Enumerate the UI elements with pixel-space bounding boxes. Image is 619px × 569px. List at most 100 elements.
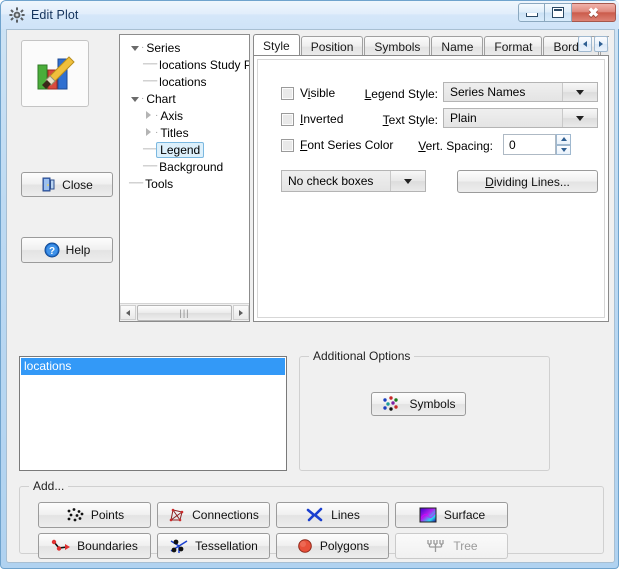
tree-horizontal-scrollbar[interactable]: ||| <box>120 303 249 321</box>
inverted-checkbox[interactable] <box>281 112 294 126</box>
tab-scroll-right-button[interactable] <box>594 36 608 52</box>
vert-spacing-input[interactable]: 0 <box>503 134 556 155</box>
tree-icon <box>425 538 447 554</box>
settings-tree: · Series ── locations Study P ── locatio… <box>120 35 249 304</box>
list-item[interactable]: locations <box>21 358 285 375</box>
lower-section: locations Additional Options Symbols Add… <box>7 326 614 562</box>
scroll-track[interactable]: ||| <box>136 304 233 321</box>
add-connections-button[interactable]: Connections <box>157 502 270 528</box>
client-area: Close ? Help · Series ── locations Study… <box>6 29 615 563</box>
vert-spacing-label: Vert. Spacing: <box>418 139 493 153</box>
check-boxes-combo[interactable]: No check boxes <box>281 170 426 192</box>
symbols-button-label: Symbols <box>409 397 456 411</box>
bar-chart-paintbrush-icon <box>33 51 77 96</box>
properties-tab-panel: Style Position Symbols Name Format Borde… <box>253 34 609 322</box>
tab-name[interactable]: Name <box>431 36 484 56</box>
legend-style-value: Series Names <box>450 85 526 99</box>
colored-dots-icon <box>381 395 403 413</box>
tab-scroll-left-button[interactable] <box>578 36 592 52</box>
chevron-left-icon <box>583 41 587 47</box>
chevron-down-icon[interactable] <box>562 83 597 101</box>
close-button[interactable]: Close <box>21 172 113 197</box>
settings-tree-panel[interactable]: · Series ── locations Study P ── locatio… <box>119 34 250 322</box>
tree-node-titles[interactable]: · Titles <box>126 124 249 141</box>
add-surface-label: Surface <box>443 508 486 522</box>
symbols-button[interactable]: Symbols <box>371 392 466 416</box>
tab-scroll-controls <box>578 36 608 52</box>
tree-dash: ── <box>143 76 158 87</box>
tab-position[interactable]: Position <box>300 36 364 56</box>
visible-checkbox[interactable] <box>281 86 294 100</box>
expander-icon[interactable] <box>128 43 141 53</box>
text-style-combo[interactable]: Plain <box>443 108 598 128</box>
tab-style[interactable]: Style <box>253 34 300 56</box>
expander-icon[interactable] <box>142 127 155 138</box>
add-tree-button[interactable]: Tree <box>395 533 508 559</box>
font-series-color-checkbox-row[interactable]: Font Series Color <box>281 138 393 152</box>
edit-plot-window: Edit Plot ✖ Close ? Help · Series ── loc… <box>0 0 619 569</box>
legend-style-combo[interactable]: Series Names <box>443 82 598 102</box>
add-points-button[interactable]: Points <box>38 502 151 528</box>
tree-dash: ── <box>143 59 158 70</box>
add-tessellation-button[interactable]: Tessellation <box>157 533 270 559</box>
dividing-lines-button[interactable]: Dividing Lines... <box>457 170 598 193</box>
series-list[interactable]: locations <box>19 356 287 471</box>
additional-options-group: Additional Options Symbols <box>299 349 550 471</box>
tree-node-background[interactable]: ── Background <box>126 158 249 175</box>
scroll-right-button[interactable] <box>233 305 249 320</box>
lines-icon <box>305 507 325 523</box>
legend-style-label: Legend Style: <box>364 87 438 101</box>
add-lines-button[interactable]: Lines <box>276 502 389 528</box>
add-boundaries-button[interactable]: Boundaries <box>38 533 151 559</box>
dividing-lines-label: Dividing Lines... <box>485 174 570 189</box>
help-button-label: Help <box>65 243 91 257</box>
plot-thumbnail[interactable] <box>21 40 89 107</box>
boundaries-icon <box>51 538 71 554</box>
font-series-color-checkbox[interactable] <box>281 138 294 152</box>
tree-node-series[interactable]: · Series <box>126 39 249 56</box>
visible-checkbox-row[interactable]: Visible <box>281 86 335 100</box>
add-lines-label: Lines <box>331 508 360 522</box>
expander-icon[interactable] <box>142 110 155 121</box>
add-polygons-label: Polygons <box>319 539 370 553</box>
tab-symbols[interactable]: Symbols <box>364 36 431 56</box>
close-window-button[interactable]: ✖ <box>572 3 616 22</box>
tree-node-locations[interactable]: ── locations <box>126 73 249 90</box>
stepper-up-button[interactable] <box>556 134 571 145</box>
chevron-down-icon[interactable] <box>562 109 597 127</box>
tree-dash: ── <box>129 178 144 189</box>
left-column: Close ? Help <box>13 34 117 322</box>
tree-node-label: locations <box>159 74 207 89</box>
tree-node-axis[interactable]: · Axis <box>126 107 249 124</box>
tree-node-label: Legend <box>156 141 205 158</box>
tree-node-tools[interactable]: ── Tools <box>126 175 249 192</box>
tree-node-label: Tools <box>145 176 174 191</box>
add-tree-label: Tree <box>453 539 478 553</box>
scroll-left-button[interactable] <box>120 305 136 320</box>
maximize-button[interactable] <box>545 3 572 22</box>
stepper-down-button[interactable] <box>556 144 571 155</box>
add-connections-label: Connections <box>192 508 259 522</box>
window-title: Edit Plot <box>31 8 79 22</box>
chevron-down-icon[interactable] <box>390 171 425 191</box>
title-bar[interactable]: Edit Plot ✖ <box>1 1 619 29</box>
minimize-button[interactable] <box>518 3 545 22</box>
visible-label: Visible <box>300 86 336 100</box>
vert-spacing-stepper[interactable] <box>556 134 571 155</box>
tree-node-label: Axis <box>160 108 184 123</box>
upper-section: Close ? Help · Series ── locations Study… <box>7 30 614 325</box>
text-style-value: Plain <box>450 111 477 125</box>
tree-node-chart[interactable]: · Chart <box>126 90 249 107</box>
tree-node-locations-study-p[interactable]: ── locations Study P <box>126 56 249 73</box>
add-polygons-button[interactable]: Polygons <box>276 533 389 559</box>
close-button-label: Close <box>62 177 93 192</box>
inverted-checkbox-row[interactable]: Inverted <box>281 112 343 126</box>
expander-icon[interactable] <box>128 94 141 104</box>
add-surface-button[interactable]: Surface <box>395 502 508 528</box>
tree-node-label: Chart <box>146 91 176 106</box>
scroll-thumb[interactable]: ||| <box>137 304 232 321</box>
help-button[interactable]: ? Help <box>21 237 113 263</box>
question-mark-icon: ? <box>44 242 60 258</box>
tab-format[interactable]: Format <box>484 36 543 56</box>
tree-node-legend[interactable]: ── Legend <box>126 141 249 158</box>
